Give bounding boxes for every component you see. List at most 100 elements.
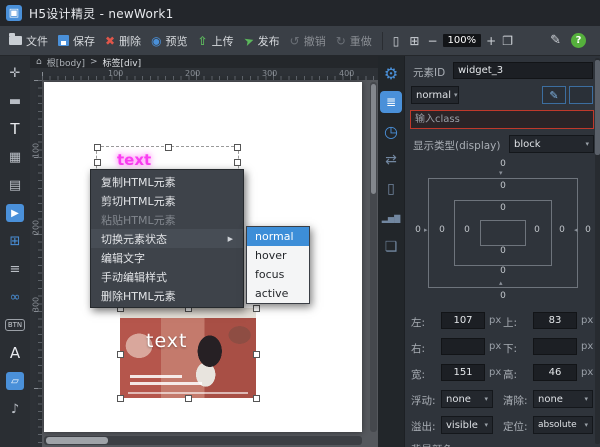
overflow-select[interactable]: visible ▾ (441, 416, 493, 434)
resize-handle-w[interactable] (94, 159, 101, 166)
submenu-item-focus[interactable]: focus (247, 265, 309, 284)
menu-item-paste[interactable]: 粘贴HTML元素 (91, 210, 243, 229)
border-bottom-value[interactable]: 0 (495, 266, 511, 276)
edit-state-button[interactable]: ✎ (542, 86, 566, 104)
tool-button[interactable]: BTN (0, 311, 30, 339)
position-select[interactable]: absolute ▾ (533, 416, 593, 434)
tool-music[interactable]: ♪ (0, 395, 30, 423)
swap-icon[interactable]: ⇄ (380, 149, 402, 171)
delete-button[interactable]: ✖ 删除 (100, 30, 146, 52)
image-handle-s[interactable] (185, 395, 192, 402)
image-handle-w[interactable] (117, 351, 124, 358)
state-select[interactable]: normal ▾ (411, 86, 459, 104)
margin-bottom-value[interactable]: 0 (495, 291, 511, 301)
file-button[interactable]: 文件 (4, 30, 53, 52)
display-select[interactable]: block ▾ (509, 135, 594, 153)
menu-item-delete[interactable]: 删除HTML元素 (91, 286, 243, 305)
border-top-value[interactable]: 0 (495, 181, 511, 191)
fit-screen-icon[interactable]: ❐ (502, 34, 513, 48)
margin-top-value[interactable]: 0 (495, 159, 511, 169)
clock-icon[interactable]: ◷ (380, 120, 402, 142)
tool-letter[interactable]: A (0, 339, 30, 367)
zoom-out-button[interactable]: − (424, 34, 440, 48)
list-icon[interactable]: ≣ (380, 91, 402, 113)
upload-button[interactable]: ⇧ 上传 (193, 30, 239, 52)
add-state-button[interactable] (569, 86, 593, 104)
tool-text[interactable]: T (0, 115, 30, 143)
breadcrumb-root[interactable]: 根[body] (47, 56, 85, 69)
help-icon[interactable]: ? (571, 33, 586, 48)
height-input[interactable] (533, 364, 577, 381)
tool-link[interactable]: ∞ (0, 283, 30, 311)
h-scrollbar-thumb[interactable] (46, 437, 108, 444)
menu-item-edit-style[interactable]: 手动编辑样式 (91, 267, 243, 286)
save-button[interactable]: 保存 (53, 30, 100, 52)
menu-item-cut[interactable]: 剪切HTML元素 (91, 191, 243, 210)
submenu-item-hover[interactable]: hover (247, 246, 309, 265)
undo-button[interactable]: ↺ 撤销 (285, 30, 331, 52)
tool-move[interactable]: ✛ (0, 59, 30, 87)
margin-right-value[interactable]: 0 (580, 225, 596, 235)
publish-button[interactable]: ➤ 发布 (239, 30, 285, 52)
app-logo-icon: ▣ (6, 5, 22, 21)
class-input[interactable] (410, 110, 594, 129)
redo-button[interactable]: ↻ 重做 (331, 30, 377, 52)
zoom-in-button[interactable]: + (483, 34, 499, 48)
form-icon: ≡ (10, 262, 21, 277)
padding-right-value[interactable]: 0 (529, 225, 545, 235)
bottom-input[interactable] (533, 338, 577, 355)
top-input[interactable] (533, 312, 577, 329)
element-id-input[interactable] (453, 62, 593, 79)
canvas-horizontal-scrollbar[interactable] (44, 436, 362, 445)
layers-icon[interactable]: ❏ (380, 236, 402, 258)
v-scrollbar-thumb[interactable] (371, 84, 376, 194)
selected-text-element[interactable]: text (117, 151, 151, 169)
border-right-value[interactable]: 0 (554, 225, 570, 235)
device-icon: ▯ (393, 35, 400, 47)
image-handle-se[interactable] (253, 395, 260, 402)
canvas-vertical-scrollbar[interactable] (370, 82, 377, 432)
breadcrumb-separator: > (90, 57, 98, 67)
tool-shape[interactable]: ▱ (0, 367, 30, 395)
phone-icon[interactable]: ▯ (380, 178, 402, 200)
menu-item-toggle-state[interactable]: 切换元素状态 ▶ (91, 229, 243, 248)
clear-select[interactable]: none ▾ (533, 390, 593, 408)
chart-icon[interactable]: ▂▅▇ (380, 207, 402, 229)
tool-grid[interactable]: ⊞ (0, 227, 30, 255)
image-handle-ne[interactable] (253, 305, 260, 312)
resize-handle-ne[interactable] (234, 144, 241, 151)
tool-gallery[interactable]: ▤ (0, 171, 30, 199)
home-icon[interactable]: ⌂ (36, 57, 42, 67)
left-input[interactable] (441, 312, 485, 329)
resize-handle-n[interactable] (165, 144, 172, 151)
tool-image[interactable]: ▦ (0, 143, 30, 171)
edit-pencil-icon[interactable]: ✎ (550, 33, 561, 48)
right-input[interactable] (441, 338, 485, 355)
resize-handle-e[interactable] (234, 159, 241, 166)
breadcrumb-current[interactable]: 标签[div] (103, 56, 142, 69)
menu-item-edit-text[interactable]: 编辑文字 (91, 248, 243, 267)
width-input[interactable] (441, 364, 485, 381)
gear-icon[interactable]: ⚙ (380, 62, 402, 84)
padding-left-value[interactable]: 0 (459, 225, 475, 235)
grid-view-button[interactable]: ⊞ (404, 32, 424, 50)
panel-scrollbar[interactable] (595, 58, 600, 444)
preview-button[interactable]: ◉ 预览 (146, 30, 192, 52)
menu-item-copy[interactable]: 复制HTML元素 (91, 172, 243, 191)
border-left-value[interactable]: 0 (434, 225, 450, 235)
toolbar-separator (382, 32, 383, 50)
panel-scrollbar-thumb[interactable] (595, 60, 600, 155)
tool-divider[interactable]: ▬ (0, 87, 30, 115)
image-handle-sw[interactable] (117, 395, 124, 402)
tool-form[interactable]: ≡ (0, 255, 30, 283)
float-select[interactable]: none ▾ (441, 390, 493, 408)
canvas-image[interactable]: text (120, 308, 256, 398)
device-view-button[interactable]: ▯ (388, 32, 405, 50)
tool-video[interactable]: ▶ (0, 199, 30, 227)
padding-bottom-value[interactable]: 0 (495, 246, 511, 256)
submenu-item-active[interactable]: active (247, 284, 309, 303)
submenu-item-normal[interactable]: normal (247, 227, 309, 246)
resize-handle-nw[interactable] (94, 144, 101, 151)
padding-top-value[interactable]: 0 (495, 203, 511, 213)
image-handle-e[interactable] (253, 351, 260, 358)
